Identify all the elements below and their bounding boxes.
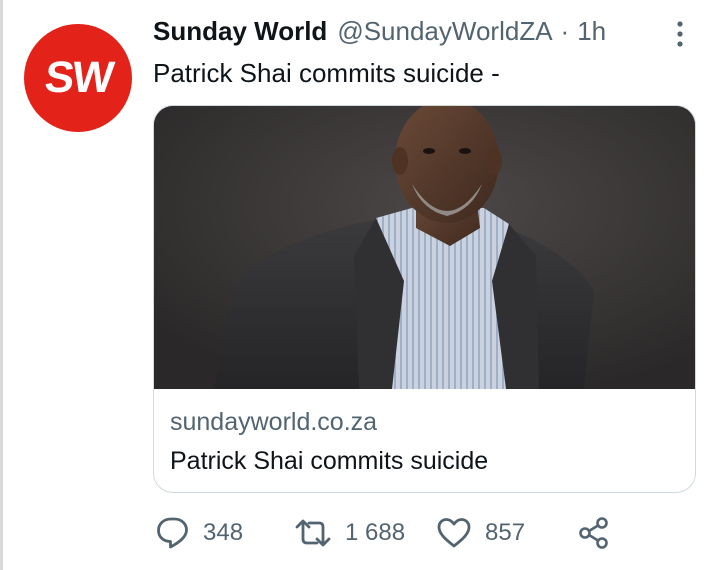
tweet-text: Patrick Shai commits suicide - [153,58,500,88]
retweet-button[interactable]: 1 688 [293,511,405,555]
more-icon[interactable] [670,18,690,50]
share-button[interactable] [577,511,611,555]
avatar-logo-text: SW [42,53,115,102]
link-card[interactable]: sundayworld.co.za Patrick Shai commits s… [153,105,696,493]
tweet-actions: 348 1 688 857 [153,511,623,555]
tweet-timestamp[interactable]: 1h [577,16,606,47]
reply-icon [155,515,191,551]
person-photo [154,106,695,389]
timeline-divider [0,0,3,570]
like-icon [435,515,473,551]
reply-count: 348 [203,519,244,546]
header-separator: · [560,16,570,46]
card-domain: sundayworld.co.za [170,408,378,436]
like-button[interactable]: 857 [435,511,525,555]
display-name[interactable]: Sunday World [153,16,327,47]
tweet[interactable]: SW Sunday World @SundayWorldZA · 1h Patr… [0,0,720,570]
avatar[interactable]: SW [24,24,132,132]
tweet-header: Sunday World @SundayWorldZA · 1h [153,16,606,50]
reply-button[interactable]: 348 [155,511,243,555]
card-title: Patrick Shai commits suicide [170,447,489,475]
like-count: 857 [485,519,526,546]
user-handle[interactable]: @SundayWorldZA [337,16,552,47]
retweet-count: 1 688 [345,519,406,546]
share-icon [577,515,611,551]
retweet-icon [293,515,333,551]
card-image[interactable] [154,106,695,389]
